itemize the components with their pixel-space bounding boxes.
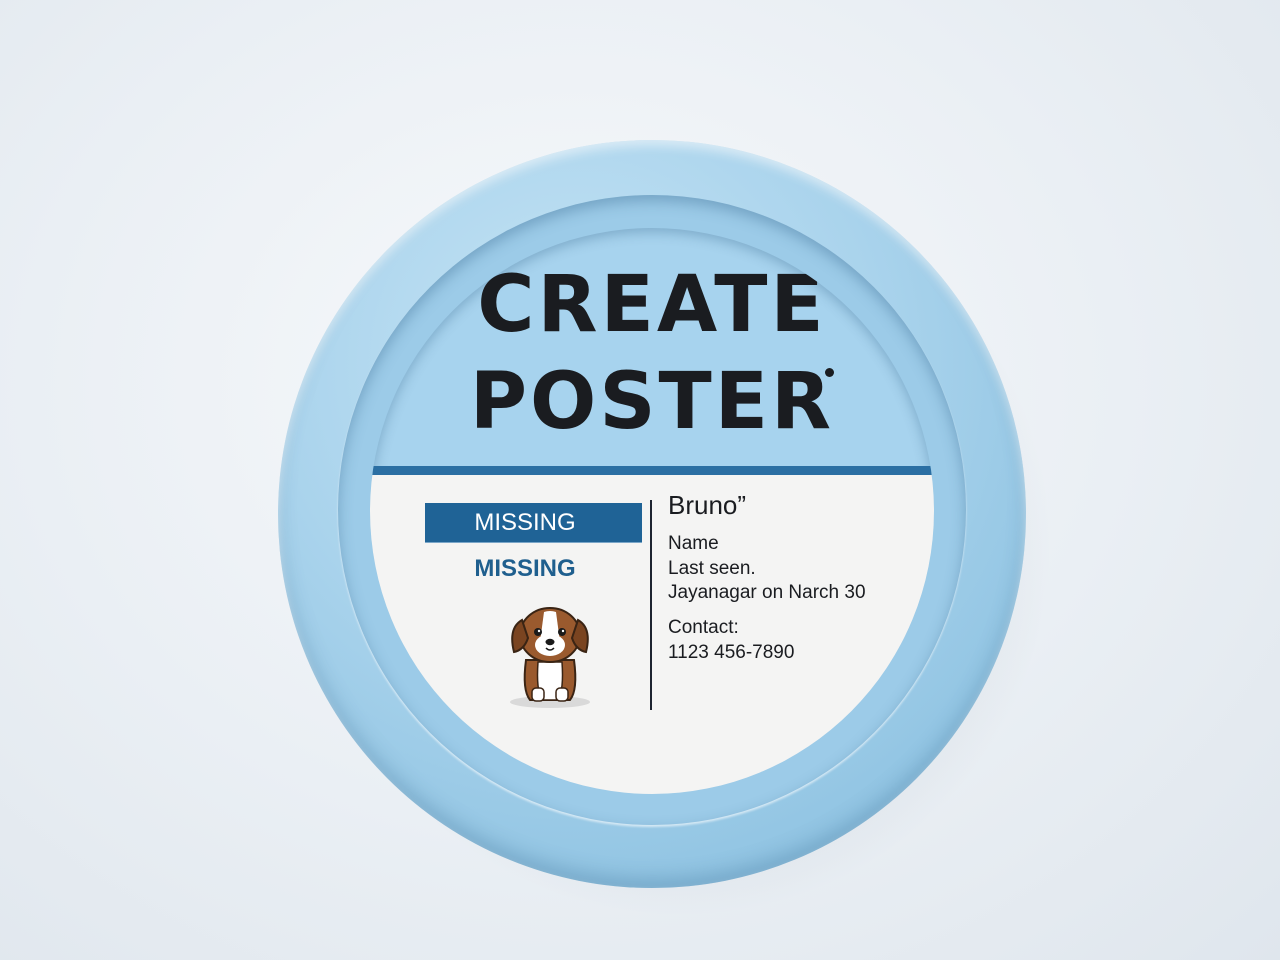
button-title-line2: POSTER xyxy=(469,357,835,447)
poster-preview: MISSING MISSING Bruno” Name Last seen. J… xyxy=(370,475,934,794)
missing-banner: MISSING xyxy=(425,503,642,543)
name-label: Name xyxy=(668,533,719,554)
button-title-line1: CREATE xyxy=(477,260,827,350)
poster-column-divider xyxy=(650,500,652,710)
contact-label: Contact: xyxy=(668,617,739,638)
puppy-icon xyxy=(510,607,590,708)
missing-subtitle: MISSING xyxy=(474,555,576,582)
button-face[interactable]: CREATE POSTER MISSING MISSING Bruno” Nam… xyxy=(370,228,934,794)
contact-value: 1123 456-7890 xyxy=(668,642,795,663)
title-dot xyxy=(825,368,834,377)
missing-banner-label: MISSING xyxy=(474,509,576,536)
pet-name: Bruno” xyxy=(668,490,747,520)
last-seen-value: Jayanagar on Narch 30 xyxy=(668,582,866,603)
last-seen-label: Last seen. xyxy=(668,558,756,579)
poster-top-rule xyxy=(370,466,934,475)
